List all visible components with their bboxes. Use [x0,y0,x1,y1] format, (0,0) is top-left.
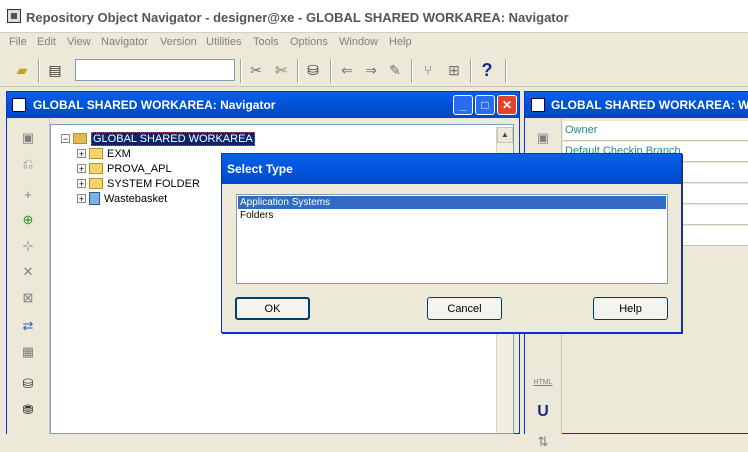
open-folder-icon[interactable]: ▰ [12,60,32,80]
toolbar-separator [38,59,40,83]
save-icon[interactable]: ▣ [532,128,554,148]
application-folder-icon [89,163,103,174]
menu-navigator[interactable]: Navigator [101,36,148,48]
tree-row[interactable]: + EXM [77,146,131,161]
repository-list-icon[interactable]: ⛃ [17,400,39,420]
tree-row[interactable]: + PROVA_APL [77,161,172,176]
tree-root-row[interactable]: − GLOBAL SHARED WORKAREA [61,131,255,146]
property-window-icon [531,98,545,112]
move-icon[interactable]: ⇄ [17,316,39,336]
revert-icon[interactable]: ⎌ [17,154,39,174]
tree-item-label[interactable]: EXM [107,148,131,160]
toolbar-combo-input[interactable] [75,59,235,81]
dialog-title: Select Type [227,162,293,176]
navigator-title-bar[interactable]: GLOBAL SHARED WORKAREA: Navigator _ □ ✕ [7,92,519,118]
scroll-up-icon[interactable]: ▲ [497,127,513,143]
properties-icon[interactable]: ▦ [17,342,39,362]
menu-help[interactable]: Help [389,36,412,48]
cancel-button[interactable]: Cancel [427,297,502,320]
cut-icon[interactable]: ✂ [246,60,266,80]
type-option-application-systems[interactable]: Application Systems [238,196,666,209]
toolbar-separator [330,59,332,83]
checkin-icon[interactable]: ⇐ [337,60,357,80]
navigator-side-toolbar: ▣ ⎌ + ⊕ ⊹ ✕ ⊠ ⇄ ▦ ⛁ ⛃ [7,118,50,434]
menu-file[interactable]: File [9,36,27,48]
ok-button[interactable]: OK [235,297,310,320]
maximize-button[interactable]: □ [475,95,495,115]
tree-item-label[interactable]: Wastebasket [104,193,167,205]
checkout-icon[interactable]: ⇒ [361,60,381,80]
compare-icon[interactable]: ⊞ [444,60,464,80]
tree-row[interactable]: + SYSTEM FOLDER [77,176,200,191]
close-button[interactable]: ✕ [497,95,517,115]
database-icon[interactable]: ⛁ [303,60,323,80]
dialog-title-bar[interactable]: Select Type [222,154,681,184]
app-title: Repository Object Navigator - designer@x… [26,10,569,25]
expand-icon[interactable]: + [77,164,86,174]
help-button[interactable]: Help [593,297,668,320]
workarea-icon [73,133,87,144]
toolbar-separator [505,59,507,83]
menu-tools[interactable]: Tools [253,36,279,48]
type-list[interactable]: Application Systems Folders [236,194,668,284]
property-title-bar[interactable]: GLOBAL SHARED WORKAREA: Wo [525,92,748,118]
app-title-bar: Repository Object Navigator - designer@x… [0,0,748,33]
menu-window[interactable]: Window [339,36,378,48]
create-icon[interactable]: + [17,184,39,204]
minimize-button[interactable]: _ [453,95,473,115]
tree-item-label[interactable]: SYSTEM FOLDER [107,178,200,190]
edit-icon[interactable]: ✎ [385,60,405,80]
expand-icon[interactable]: + [77,149,86,159]
underline-icon[interactable]: U [532,402,554,422]
navigator-title: GLOBAL SHARED WORKAREA: Navigator [33,98,276,112]
expand-icon[interactable]: + [77,179,86,189]
wastebasket-icon [89,192,100,205]
expand-icon[interactable]: + [77,194,86,204]
save-icon[interactable]: ▣ [17,128,39,148]
collapse-icon[interactable]: − [61,134,70,144]
add-element-icon[interactable]: ⊕ [17,210,39,230]
tree-item-label[interactable]: PROVA_APL [107,163,172,175]
tree-row[interactable]: + Wastebasket [77,191,167,206]
application-folder-icon [89,148,103,159]
type-option-folders[interactable]: Folders [238,209,666,222]
repository-icon[interactable]: ⛁ [17,374,39,394]
menu-options[interactable]: Options [290,36,328,48]
menu-bar: File Edit View Navigator Version Utiliti… [0,33,748,53]
help-icon[interactable]: ? [477,60,497,80]
menu-edit[interactable]: Edit [37,36,56,48]
property-title: GLOBAL SHARED WORKAREA: Wo [551,98,748,112]
delete-association-icon[interactable]: ⊠ [17,288,39,308]
folder-icon [89,178,103,189]
sort-icon[interactable]: ⇅ [532,432,554,452]
copy-icon[interactable]: ✄ [271,60,291,80]
toolbar-separator [411,59,413,83]
menu-version[interactable]: Version [160,36,197,48]
toolbar-separator [297,59,299,83]
menu-view[interactable]: View [67,36,91,48]
navigator-window-icon [12,98,26,112]
print-icon[interactable]: ▤ [45,60,65,80]
app-icon [7,9,21,23]
toolbar-separator [470,59,472,83]
html-icon[interactable]: HTML [532,372,554,392]
menu-utilities[interactable]: Utilities [206,36,241,48]
toolbar-separator [240,59,242,83]
select-type-dialog: Select Type Application Systems Folders … [221,153,682,333]
delete-icon[interactable]: ✕ [17,262,39,282]
property-row-owner[interactable]: Owner [563,121,748,141]
branch-icon[interactable]: ⑂ [418,60,438,80]
tree-root-label[interactable]: GLOBAL SHARED WORKAREA [91,131,255,146]
add-association-icon[interactable]: ⊹ [17,236,39,256]
